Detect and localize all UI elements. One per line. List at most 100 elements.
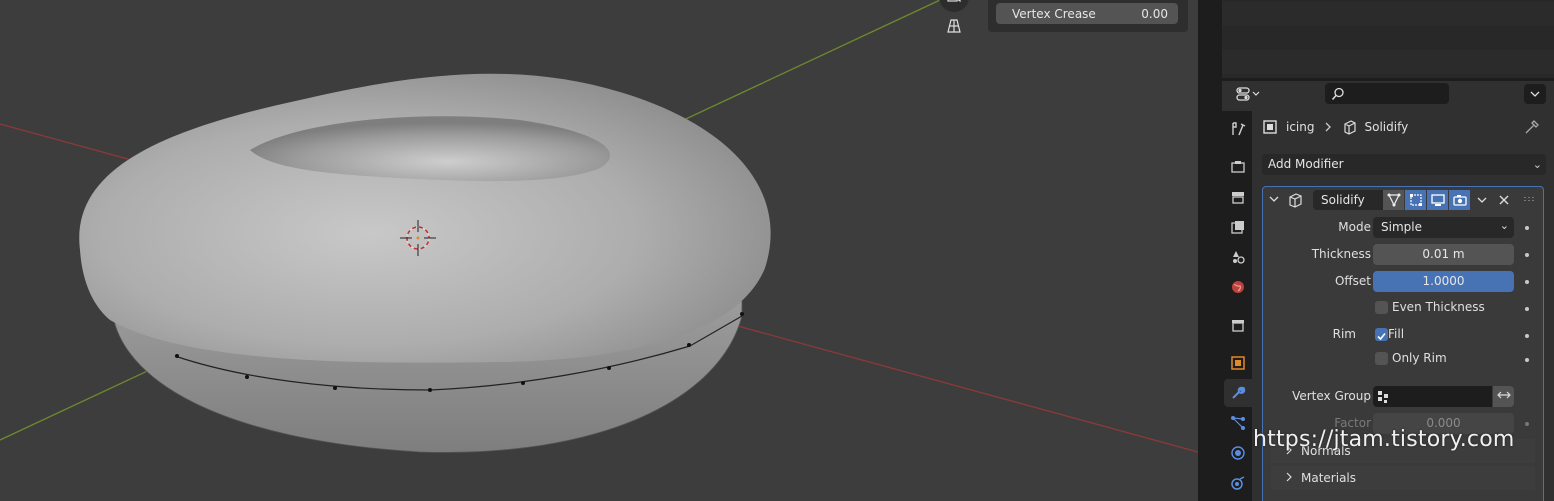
chevron-down-icon: ⌄ — [1532, 158, 1542, 171]
thickness-field[interactable]: 0.01 m — [1373, 244, 1514, 265]
vertex-crease-field[interactable]: Vertex Crease 0.00 — [996, 3, 1178, 24]
chevron-right-icon — [1325, 122, 1331, 132]
pin-icon[interactable] — [1524, 119, 1540, 135]
toggle-orthographic-button[interactable] — [939, 11, 969, 41]
vertex-group-icon — [1378, 391, 1388, 403]
tab-tool[interactable] — [1224, 115, 1252, 143]
output-icon — [1232, 192, 1244, 204]
outliner[interactable] — [1222, 0, 1554, 78]
chevron-down-icon — [1477, 197, 1486, 203]
animate-property-dot[interactable] — [1525, 307, 1529, 311]
properties-editor-icon — [1236, 87, 1260, 101]
tab-modifiers[interactable] — [1224, 379, 1252, 407]
edit-mode-toggle[interactable] — [1405, 190, 1426, 210]
wrench-icon — [1232, 386, 1246, 399]
solidify-modifier-icon — [1289, 193, 1302, 208]
animate-property-dot[interactable] — [1525, 226, 1529, 230]
render-toggle[interactable] — [1449, 190, 1470, 210]
options-dropdown[interactable] — [1524, 84, 1546, 104]
tab-output[interactable] — [1224, 183, 1252, 211]
rim-label: Rim — [1332, 327, 1356, 341]
chevron-down-icon: ⌄ — [1499, 219, 1509, 232]
search-icon — [1331, 87, 1344, 100]
invert-vertex-group-button[interactable] — [1493, 386, 1514, 407]
vertex-crease-label: Vertex Crease — [1012, 6, 1096, 21]
animate-property-dot[interactable] — [1525, 422, 1529, 426]
even-thickness-label: Even Thickness — [1392, 300, 1485, 314]
modifier-name-field[interactable]: Solidify — [1313, 190, 1383, 210]
viewport-scene — [0, 0, 1198, 453]
grid-perspective-icon — [947, 19, 961, 33]
blender-window: Vertex Crease 0.00 icing Solidify Add Mo… — [0, 0, 1554, 501]
mode-value: Simple — [1381, 220, 1422, 234]
adjust-last-operation-panel: Vertex Crease 0.00 — [988, 0, 1188, 32]
edit-mode-icon — [1409, 194, 1422, 206]
vertex-group-label: Vertex Group — [1292, 389, 1371, 403]
render-icon — [1231, 161, 1245, 173]
offset-slider[interactable]: 1.0000 — [1373, 271, 1514, 292]
tab-constraints[interactable] — [1224, 469, 1252, 497]
object-icon — [1231, 356, 1245, 370]
modifier-extras-dropdown[interactable] — [1471, 190, 1492, 210]
vertex-group-field[interactable] — [1373, 386, 1492, 407]
tab-particles[interactable] — [1224, 409, 1252, 437]
camera-icon — [1452, 195, 1467, 206]
fill-rim-checkbox[interactable] — [1375, 328, 1388, 341]
object-icon — [1263, 120, 1277, 134]
mode-label: Mode — [1338, 220, 1371, 234]
breadcrumb-modifier: Solidify — [1364, 120, 1409, 134]
world-icon — [1232, 281, 1244, 293]
breadcrumb: icing Solidify — [1262, 118, 1408, 136]
solidify-modifier-icon — [1343, 120, 1356, 135]
collapse-chevron-icon[interactable] — [1269, 195, 1279, 203]
constraints-icon — [1231, 476, 1245, 490]
outliner-row[interactable] — [1222, 26, 1554, 50]
breadcrumb-object: icing — [1286, 120, 1315, 134]
tab-physics[interactable] — [1224, 439, 1252, 467]
tab-view-layer[interactable] — [1224, 213, 1252, 241]
animate-property-dot[interactable] — [1525, 334, 1529, 338]
scene-icon — [1233, 251, 1245, 264]
tab-collection[interactable] — [1224, 311, 1252, 339]
view-layer-icon — [1231, 221, 1244, 234]
close-icon — [1499, 195, 1508, 205]
area-divider[interactable] — [1198, 0, 1222, 501]
animate-property-dot[interactable] — [1525, 253, 1529, 257]
only-rim-label: Only Rim — [1392, 351, 1447, 365]
materials-subpanel-header[interactable]: Materials — [1271, 466, 1535, 490]
particles-icon — [1231, 416, 1245, 430]
tab-render[interactable] — [1224, 153, 1252, 181]
tab-scene[interactable] — [1224, 243, 1252, 271]
arrows-horizontal-icon — [1496, 391, 1511, 399]
remove-modifier-button[interactable] — [1493, 190, 1514, 210]
viewport-display-toggle[interactable] — [1427, 190, 1448, 210]
tab-world[interactable] — [1224, 273, 1252, 301]
drag-handle[interactable] — [1519, 190, 1540, 210]
add-modifier-label: Add Modifier — [1268, 157, 1344, 171]
animate-property-dot[interactable] — [1525, 358, 1529, 362]
offset-label: Offset — [1334, 274, 1371, 288]
watermark: https://jtam.tistory.com — [1253, 427, 1515, 452]
add-modifier-dropdown[interactable]: Add Modifier ⌄ — [1262, 154, 1546, 175]
edit-cage-button[interactable] — [1383, 190, 1404, 210]
materials-label: Materials — [1301, 471, 1357, 485]
cage-icon — [1387, 193, 1400, 207]
checkmark-icon — [1377, 332, 1386, 341]
properties-tabs — [1222, 111, 1252, 501]
thickness-label: Thickness — [1311, 247, 1371, 261]
only-rim-checkbox[interactable] — [1375, 352, 1388, 365]
chevron-right-icon — [1286, 472, 1292, 482]
editor-type-dropdown[interactable] — [1232, 83, 1264, 105]
outliner-row[interactable] — [1222, 2, 1554, 26]
mode-dropdown[interactable]: Simple ⌄ — [1373, 217, 1514, 238]
collection-icon — [1232, 320, 1244, 332]
even-thickness-checkbox[interactable] — [1375, 301, 1388, 314]
drag-grip-icon — [1523, 197, 1534, 201]
outliner-row[interactable] — [1222, 50, 1554, 74]
vertex-crease-value: 0.00 — [1141, 6, 1168, 21]
fill-label: Fill — [1388, 327, 1405, 341]
tool-icon — [1232, 122, 1246, 136]
tab-object[interactable] — [1224, 349, 1252, 377]
3d-viewport[interactable]: Vertex Crease 0.00 — [0, 0, 1198, 501]
animate-property-dot[interactable] — [1525, 280, 1529, 284]
